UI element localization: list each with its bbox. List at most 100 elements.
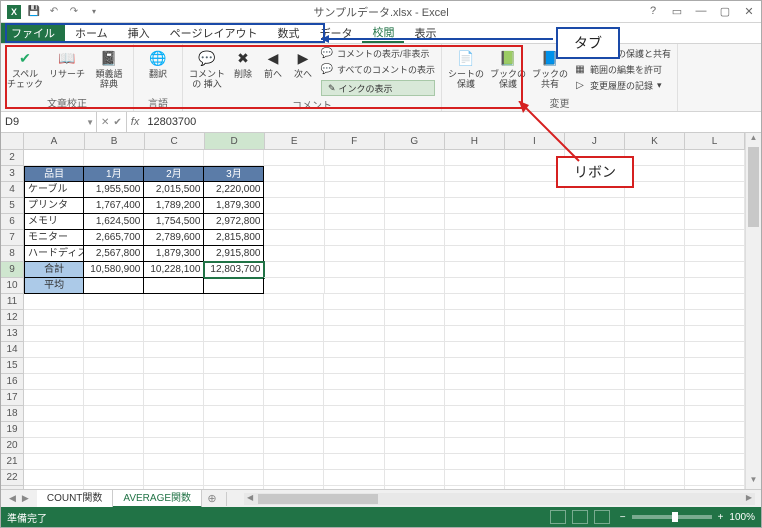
spellcheck-button[interactable]: ✔スペル チェック xyxy=(7,46,43,94)
cell[interactable] xyxy=(445,262,505,278)
cell[interactable] xyxy=(204,310,264,326)
cell[interactable] xyxy=(144,422,204,438)
cell[interactable] xyxy=(324,358,384,374)
cell[interactable] xyxy=(324,310,384,326)
cell[interactable] xyxy=(385,342,445,358)
maximize-icon[interactable]: ▢ xyxy=(717,5,733,18)
cell[interactable] xyxy=(385,310,445,326)
cell[interactable] xyxy=(84,374,144,390)
cell[interactable] xyxy=(505,342,565,358)
row-header[interactable]: 10 xyxy=(1,278,24,294)
cell[interactable] xyxy=(385,182,445,198)
cell[interactable]: 品目 xyxy=(24,166,84,182)
cell[interactable] xyxy=(685,422,745,438)
cell[interactable] xyxy=(505,326,565,342)
cell[interactable] xyxy=(445,278,505,294)
cell[interactable] xyxy=(144,454,204,470)
cell[interactable] xyxy=(445,374,505,390)
cell[interactable] xyxy=(625,390,685,406)
cancel-formula-icon[interactable]: ✕ xyxy=(101,117,109,128)
cell[interactable]: 12,803,700 xyxy=(204,262,264,278)
cell[interactable]: 10,228,100 xyxy=(144,262,204,278)
cell[interactable] xyxy=(204,150,264,166)
cell[interactable] xyxy=(565,326,625,342)
cell[interactable] xyxy=(505,294,565,310)
cell[interactable] xyxy=(625,310,685,326)
cell[interactable]: 2,815,800 xyxy=(204,230,264,246)
col-header[interactable]: I xyxy=(505,133,565,149)
col-header[interactable]: A xyxy=(24,133,84,149)
cell[interactable] xyxy=(565,294,625,310)
research-button[interactable]: 📖リサーチ xyxy=(49,46,85,94)
zoom-level[interactable]: 100% xyxy=(729,512,755,523)
cell[interactable] xyxy=(625,230,685,246)
cell[interactable] xyxy=(685,182,745,198)
sheet-nav[interactable]: ◀▶ xyxy=(1,493,37,504)
cell[interactable] xyxy=(264,342,324,358)
cell[interactable] xyxy=(565,438,625,454)
tab-1[interactable]: ホーム xyxy=(65,23,118,43)
cell[interactable] xyxy=(144,294,204,310)
cell[interactable] xyxy=(625,470,685,486)
cell[interactable] xyxy=(625,278,685,294)
col-header[interactable]: K xyxy=(625,133,685,149)
cell[interactable] xyxy=(264,214,324,230)
cell[interactable] xyxy=(204,294,264,310)
cell[interactable] xyxy=(84,422,144,438)
row-header[interactable]: 4 xyxy=(1,182,24,198)
cell[interactable] xyxy=(685,374,745,390)
cell[interactable] xyxy=(204,374,264,390)
cell[interactable]: 2,665,700 xyxy=(84,230,144,246)
insert-comment-button[interactable]: 💬コメントの 挿入 xyxy=(189,46,225,96)
cell[interactable] xyxy=(24,326,84,342)
tab-5[interactable]: データ xyxy=(309,23,362,43)
scroll-left-icon[interactable]: ◀ xyxy=(244,493,256,505)
cell[interactable] xyxy=(445,230,505,246)
cell[interactable] xyxy=(685,230,745,246)
help-icon[interactable]: ? xyxy=(645,5,661,18)
cell[interactable] xyxy=(565,358,625,374)
cell[interactable] xyxy=(505,454,565,470)
select-all-corner[interactable] xyxy=(1,133,24,149)
zoom-slider[interactable] xyxy=(632,515,712,519)
cell[interactable] xyxy=(24,406,84,422)
protect-book-button[interactable]: 📗ブックの 保護 xyxy=(490,46,526,94)
cell[interactable] xyxy=(505,262,565,278)
cell[interactable] xyxy=(385,470,445,486)
cell[interactable] xyxy=(324,294,384,310)
cell[interactable] xyxy=(505,374,565,390)
cell[interactable]: 1,767,400 xyxy=(84,198,144,214)
cell[interactable] xyxy=(685,246,745,262)
cell[interactable]: 1,624,500 xyxy=(84,214,144,230)
cell[interactable] xyxy=(144,358,204,374)
translate-button[interactable]: 🌐翻訳 xyxy=(140,46,176,94)
row-header[interactable]: 3 xyxy=(1,166,24,182)
cell[interactable] xyxy=(685,390,745,406)
scroll-down-icon[interactable]: ▼ xyxy=(746,475,761,489)
cell[interactable] xyxy=(505,358,565,374)
prev-comment-button[interactable]: ◀前へ xyxy=(261,46,285,96)
scroll-right-icon[interactable]: ▶ xyxy=(743,493,755,505)
cell[interactable] xyxy=(505,310,565,326)
cell[interactable] xyxy=(445,438,505,454)
cell[interactable] xyxy=(565,422,625,438)
cell[interactable] xyxy=(24,438,84,454)
cell[interactable] xyxy=(264,262,324,278)
cell[interactable] xyxy=(445,454,505,470)
row-header[interactable]: 17 xyxy=(1,390,24,406)
cell[interactable] xyxy=(144,278,204,294)
cell[interactable] xyxy=(264,326,324,342)
cell[interactable] xyxy=(505,214,565,230)
cell[interactable] xyxy=(625,294,685,310)
cell[interactable] xyxy=(264,438,324,454)
cell[interactable] xyxy=(565,406,625,422)
row-header[interactable]: 22 xyxy=(1,470,24,486)
row-header[interactable]: 16 xyxy=(1,374,24,390)
cell[interactable] xyxy=(445,198,505,214)
cell[interactable]: ハードディスク xyxy=(24,246,84,262)
enter-formula-icon[interactable]: ✔ xyxy=(113,117,121,128)
cell[interactable] xyxy=(24,422,84,438)
cell[interactable] xyxy=(264,198,324,214)
cell[interactable] xyxy=(445,390,505,406)
cell[interactable] xyxy=(24,390,84,406)
